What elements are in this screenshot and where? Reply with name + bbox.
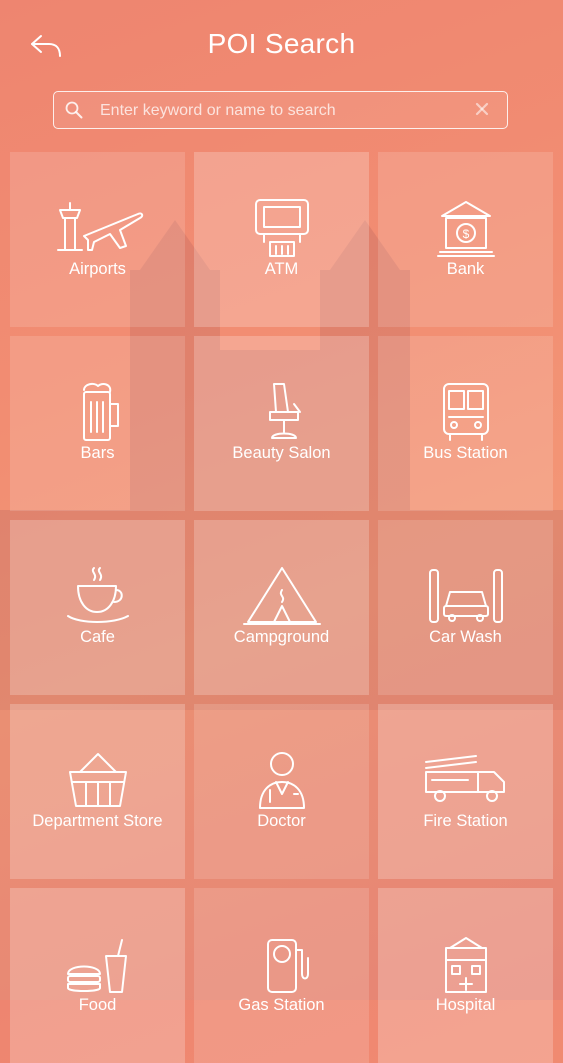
category-label: Beauty Salon [232,444,331,462]
category-label: Cafe [80,628,115,646]
category-label: Department Store [32,812,163,830]
category-label: Doctor [257,812,306,830]
category-tile-department-store[interactable]: Department Store [10,704,185,879]
search-icon [65,101,83,119]
atm-icon [254,199,309,257]
category-tile-beauty-salon[interactable]: Beauty Salon [194,336,369,511]
page-title: POI Search [207,28,356,59]
bank-icon: $ [436,201,495,257]
search-input[interactable] [98,92,462,129]
category-label: Bars [80,444,115,462]
burger-drink-icon [66,939,127,993]
category-label: ATM [264,260,299,278]
category-label: Bank [446,260,485,278]
search-bar[interactable] [53,91,508,129]
coffee-cup-icon [66,567,129,623]
category-tile-hospital[interactable]: Hospital [378,888,553,1063]
category-tile-bus-station[interactable]: Bus Station [378,336,553,511]
hospital-icon [444,937,487,993]
category-label: Car Wash [429,628,502,646]
category-tile-gas-station[interactable]: Gas Station [194,888,369,1063]
category-label: Airports [69,260,126,278]
category-tile-food[interactable]: Food [10,888,185,1063]
airport-icon [56,202,143,251]
category-label: Food [78,996,117,1014]
category-label: Fire Station [423,812,508,830]
category-tile-fire-station[interactable]: Fire Station [378,704,553,879]
fire-truck-icon [424,755,505,802]
category-tile-car-wash[interactable]: Car Wash [378,520,553,695]
gas-pump-icon [266,939,309,993]
tent-icon [242,567,321,625]
category-label: Campground [233,628,330,646]
category-tile-campground[interactable]: Campground [194,520,369,695]
category-tile-bars[interactable]: Bars [10,336,185,511]
category-tile-bank[interactable]: $ Bank [378,152,553,327]
header: POI Search [0,0,563,90]
doctor-icon [258,752,305,809]
category-label: Hospital [435,996,496,1014]
bus-icon [442,383,489,441]
car-wash-icon [428,569,503,623]
svg-text:$: $ [462,227,469,241]
basket-icon [68,753,127,807]
category-tile-cafe[interactable]: Cafe [10,520,185,695]
salon-chair-icon [268,383,301,439]
category-label: Gas Station [238,996,325,1014]
category-tile-doctor[interactable]: Doctor [194,704,369,879]
category-tile-airports[interactable]: Airports [10,152,185,327]
category-tile-atm[interactable]: ATM [194,152,369,327]
beer-mug-icon [82,382,119,441]
close-icon[interactable] [475,102,489,116]
category-label: Bus Station [423,444,508,462]
